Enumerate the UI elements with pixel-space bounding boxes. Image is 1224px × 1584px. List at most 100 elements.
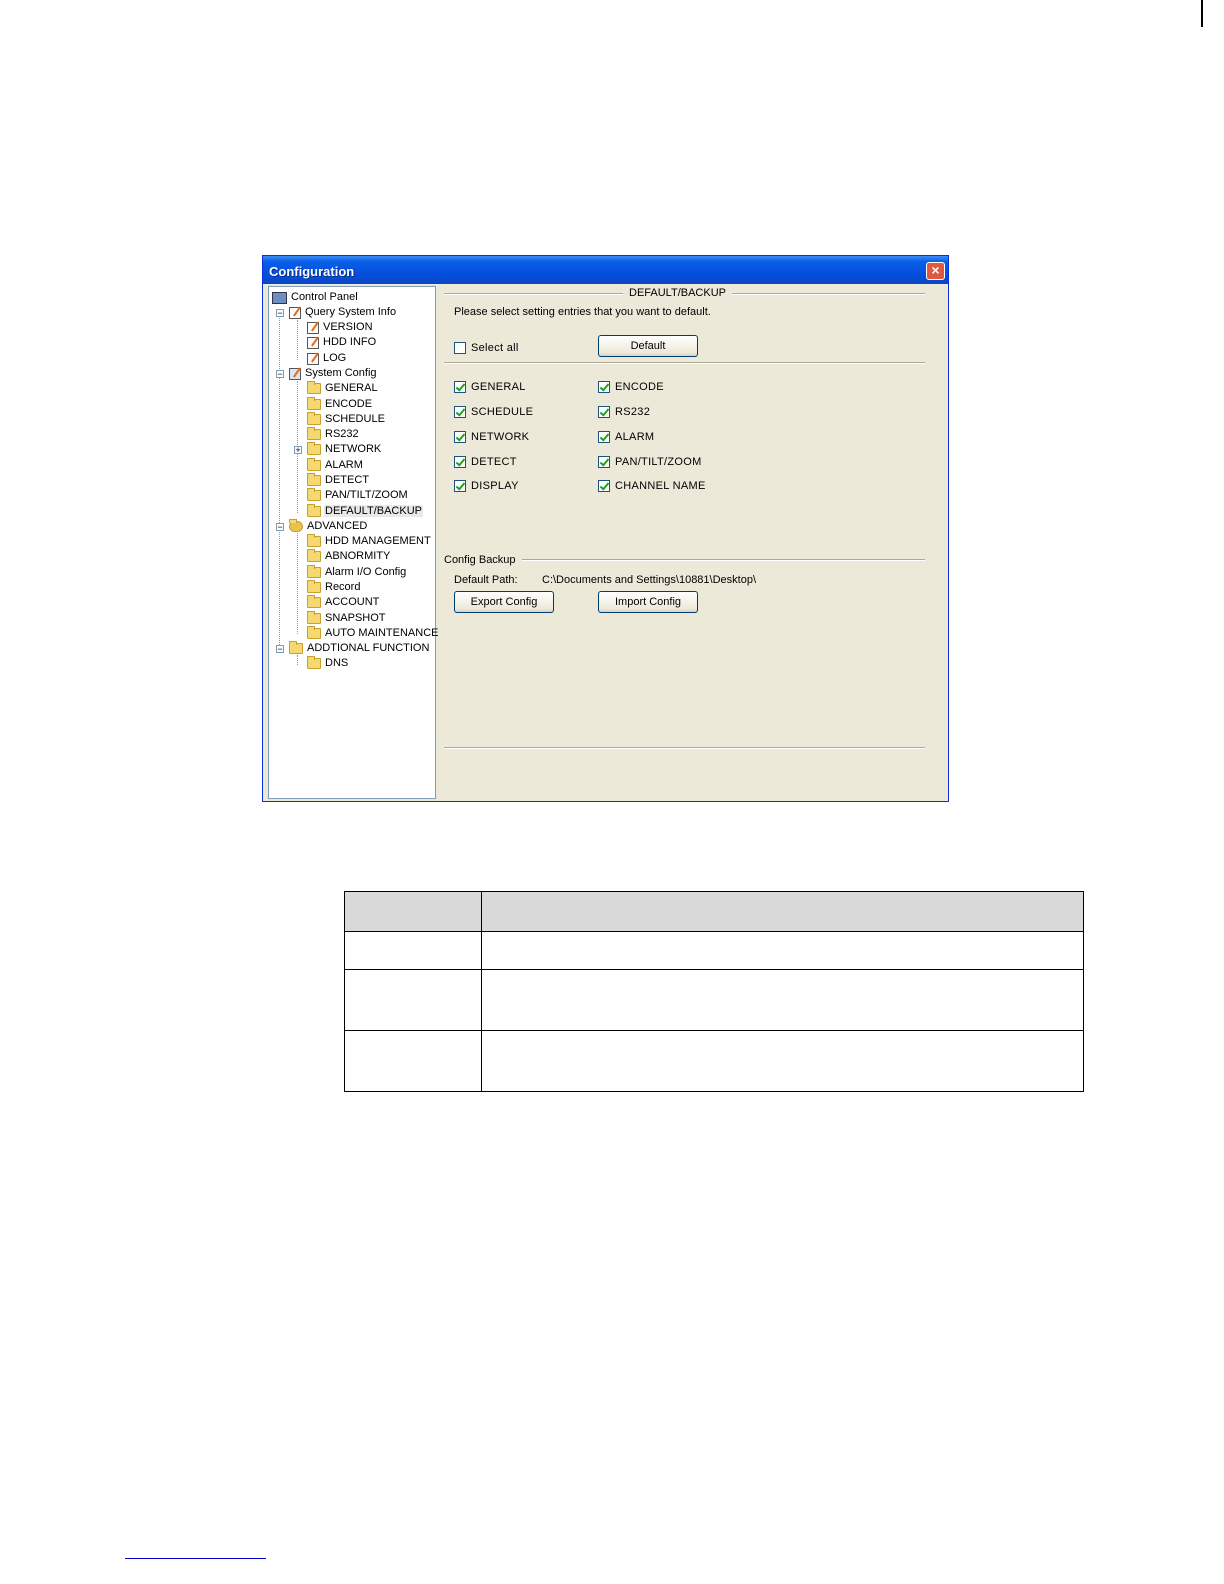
tree-item-dns[interactable]: DNS bbox=[307, 656, 349, 671]
tree-item-abnormity[interactable]: ABNORMITY bbox=[307, 549, 391, 564]
table-cell bbox=[344, 969, 482, 1031]
table-header-row bbox=[344, 891, 1084, 932]
folder-icon bbox=[307, 442, 321, 455]
folder-icon bbox=[307, 611, 321, 624]
collapse-toggle[interactable]: − bbox=[276, 309, 284, 318]
tree-item-detect[interactable]: DETECT bbox=[307, 473, 370, 488]
tree-item-pan-tilt-zoom[interactable]: PAN/TILT/ZOOM bbox=[307, 488, 409, 503]
tree-item-rs232[interactable]: RS232 bbox=[307, 427, 360, 442]
tree-connector bbox=[297, 655, 298, 665]
tree-item-auto-maintenance[interactable]: AUTO MAINTENANCE bbox=[307, 626, 439, 641]
folder-icon bbox=[307, 412, 321, 425]
close-button[interactable]: × bbox=[926, 262, 945, 280]
tree-item-log[interactable]: LOG bbox=[307, 351, 347, 366]
table-row bbox=[344, 969, 1084, 1031]
select-all-checkbox[interactable] bbox=[454, 342, 466, 354]
table-cell bbox=[481, 969, 1084, 1031]
network-label: NETWORK bbox=[471, 431, 530, 443]
table-cell bbox=[481, 931, 1084, 970]
tree-item-schedule[interactable]: SCHEDULE bbox=[307, 412, 386, 427]
title-bar[interactable]: Configuration × bbox=[263, 256, 948, 284]
tree-item-system-config[interactable]: System Config bbox=[289, 366, 378, 381]
instruction-text: Please select setting entries that you w… bbox=[454, 306, 711, 318]
display-checkbox[interactable] bbox=[454, 480, 466, 492]
folder-icon bbox=[307, 534, 321, 547]
pan-tilt-zoom-label: PAN/TILT/ZOOM bbox=[615, 456, 702, 468]
detect-label: DETECT bbox=[471, 456, 517, 468]
configuration-window: Configuration × Control Panel − Query Sy… bbox=[262, 255, 949, 802]
tree-item-alarm-io-config[interactable]: Alarm I/O Config bbox=[307, 565, 407, 580]
schedule-label: SCHEDULE bbox=[471, 406, 534, 418]
tree-connector bbox=[297, 320, 298, 360]
select-all-label: Select all bbox=[471, 342, 519, 354]
folder-icon bbox=[307, 427, 321, 440]
folder-icon bbox=[307, 397, 321, 410]
config-backup-title: Config Backup bbox=[438, 554, 522, 566]
tree-item-encode[interactable]: ENCODE bbox=[307, 397, 373, 412]
tree-item-hdd-management[interactable]: HDD MANAGEMENT bbox=[307, 534, 432, 549]
divider bbox=[444, 362, 925, 364]
rs232-checkbox[interactable] bbox=[598, 406, 610, 418]
folder-icon bbox=[307, 458, 321, 471]
folder-icon bbox=[307, 488, 321, 501]
tree-item-advanced[interactable]: ADVANCED bbox=[289, 519, 368, 534]
folder-icon bbox=[307, 626, 321, 639]
note-icon bbox=[289, 306, 301, 319]
table-row bbox=[344, 931, 1084, 970]
collapse-toggle[interactable]: − bbox=[276, 370, 284, 379]
tree-connector bbox=[297, 533, 298, 634]
tree-item-hdd-info[interactable]: HDD INFO bbox=[307, 335, 377, 350]
import-config-button[interactable]: Import Config bbox=[598, 591, 698, 613]
display-label: DISPLAY bbox=[471, 480, 519, 492]
expand-toggle[interactable]: + bbox=[294, 446, 302, 455]
tree-item-alarm[interactable]: ALARM bbox=[307, 458, 364, 473]
folder-icon bbox=[307, 595, 321, 608]
encode-label: ENCODE bbox=[615, 381, 664, 393]
tree-item-snapshot[interactable]: SNAPSHOT bbox=[307, 611, 387, 626]
table-header-cell bbox=[481, 891, 1084, 932]
rs232-label: RS232 bbox=[615, 406, 651, 418]
tree-connector bbox=[279, 313, 280, 649]
channel-name-label: CHANNEL NAME bbox=[615, 480, 706, 492]
tree-item-account[interactable]: ACCOUNT bbox=[307, 595, 380, 610]
schedule-checkbox[interactable] bbox=[454, 406, 466, 418]
navigation-tree: Control Panel − Query System Info VERSIO… bbox=[268, 286, 439, 799]
parameter-table bbox=[344, 891, 1084, 1092]
channel-name-checkbox[interactable] bbox=[598, 480, 610, 492]
computer-icon bbox=[272, 291, 287, 304]
tree-item-control-panel[interactable]: Control Panel bbox=[272, 290, 359, 305]
export-config-button[interactable]: Export Config bbox=[454, 591, 554, 613]
tree-item-network[interactable]: NETWORK bbox=[307, 442, 382, 457]
collapse-toggle[interactable]: − bbox=[276, 645, 284, 654]
pan-tilt-zoom-checkbox[interactable] bbox=[598, 456, 610, 468]
folder-icon bbox=[307, 580, 321, 593]
note-icon bbox=[307, 321, 319, 334]
tree-item-query-system-info[interactable]: Query System Info bbox=[289, 305, 397, 320]
default-button[interactable]: Default bbox=[598, 335, 698, 357]
tree-item-record[interactable]: Record bbox=[307, 580, 361, 595]
general-checkbox[interactable] bbox=[454, 381, 466, 393]
tree-item-additional-function[interactable]: ADDTIONAL FUNCTION bbox=[289, 641, 430, 656]
folder-icon bbox=[307, 473, 321, 486]
encode-checkbox[interactable] bbox=[598, 381, 610, 393]
folder-icon bbox=[307, 381, 321, 394]
default-backup-panel: DEFAULT/BACKUP Please select setting ent… bbox=[438, 284, 945, 798]
table-cell bbox=[344, 931, 482, 970]
footnote-rule bbox=[125, 1558, 266, 1559]
tools-icon bbox=[289, 367, 301, 380]
detect-checkbox[interactable] bbox=[454, 456, 466, 468]
tree-item-general[interactable]: GENERAL bbox=[307, 381, 379, 396]
collapse-toggle[interactable]: − bbox=[276, 523, 284, 532]
network-checkbox[interactable] bbox=[454, 431, 466, 443]
note-icon bbox=[307, 352, 319, 365]
tree-item-default-backup[interactable]: DEFAULT/BACKUP bbox=[307, 504, 423, 519]
table-row bbox=[344, 1030, 1084, 1092]
open-folder-icon bbox=[307, 504, 321, 517]
tree-item-version[interactable]: VERSION bbox=[307, 320, 374, 335]
note-icon bbox=[307, 336, 319, 349]
general-label: GENERAL bbox=[471, 381, 526, 393]
page-edge-line bbox=[1201, 0, 1203, 27]
folder-icon bbox=[289, 641, 303, 654]
alarm-checkbox[interactable] bbox=[598, 431, 610, 443]
gears-icon bbox=[289, 519, 303, 532]
